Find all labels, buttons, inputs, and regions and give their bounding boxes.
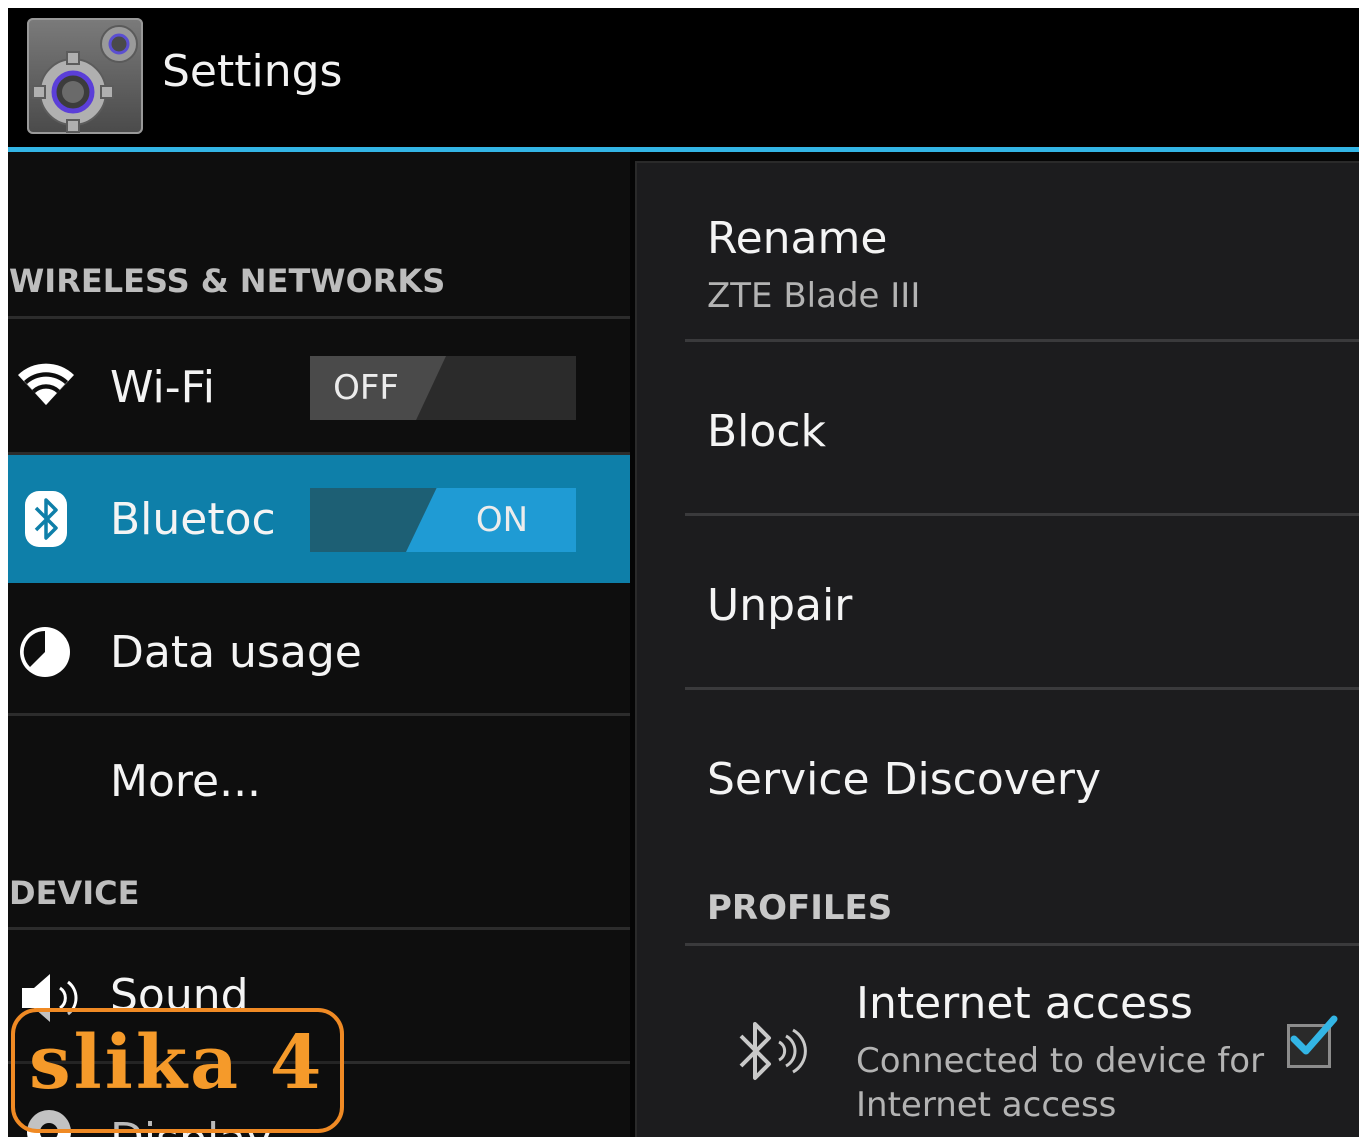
android-settings-screen: Settings WIRELESS & NETWORKS Wi-Fi OFF B…	[8, 8, 1359, 1137]
internet-access-subtitle-line1: Connected to device for	[856, 1041, 1265, 1081]
data-usage-icon	[16, 623, 74, 685]
list-item-more[interactable]: More...	[8, 716, 630, 840]
internet-access-checkbox[interactable]	[1287, 1015, 1338, 1068]
action-bar: Settings	[8, 8, 1359, 147]
app-title: Settings	[162, 46, 343, 97]
block-title: Block	[707, 406, 827, 457]
bluetooth-label: Bluetoc	[110, 494, 276, 545]
settings-category-list: WIRELESS & NETWORKS Wi-Fi OFF Bluetoc ON…	[8, 152, 630, 1137]
wifi-toggle-state: OFF	[333, 368, 399, 408]
bluetooth-toggle[interactable]: ON	[310, 488, 576, 552]
option-unpair[interactable]: Unpair	[637, 516, 1359, 687]
internet-access-subtitle-line2: Internet access	[856, 1085, 1117, 1125]
internet-access-title: Internet access	[856, 978, 1193, 1029]
option-block[interactable]: Block	[637, 342, 1359, 513]
section-header-device: DEVICE	[9, 874, 140, 912]
image-label-stamp: slika 4	[11, 1008, 344, 1133]
bluetooth-icon	[25, 491, 67, 551]
unpair-title: Unpair	[707, 580, 853, 631]
rename-title: Rename	[707, 213, 888, 264]
bluetooth-device-options-panel: Rename ZTE Blade III Block Unpair Servic…	[635, 161, 1359, 1137]
profiles-section-header: PROFILES	[707, 888, 893, 928]
data-usage-label: Data usage	[110, 627, 362, 678]
profile-internet-access[interactable]: Internet access Connected to device for …	[637, 946, 1359, 1137]
wifi-icon	[16, 359, 76, 413]
section-header-wireless-networks: WIRELESS & NETWORKS	[9, 262, 446, 300]
checkmark-icon	[1290, 1015, 1338, 1055]
bluetooth-toggle-thumb: ON	[406, 488, 576, 552]
wifi-label: Wi-Fi	[110, 362, 215, 413]
option-rename[interactable]: Rename ZTE Blade III	[637, 163, 1359, 339]
wifi-toggle[interactable]: OFF	[310, 356, 576, 420]
wifi-toggle-thumb: OFF	[310, 356, 446, 420]
settings-gear-icon[interactable]	[27, 18, 143, 134]
list-item-bluetooth[interactable]: Bluetoc ON	[8, 455, 630, 583]
bluetooth-signal-icon	[733, 1010, 813, 1096]
option-service-discovery[interactable]: Service Discovery	[637, 690, 1359, 830]
more-label: More...	[110, 756, 262, 807]
list-item-wifi[interactable]: Wi-Fi OFF	[8, 319, 630, 452]
bluetooth-toggle-state: ON	[475, 500, 529, 540]
stamp-text: slika 4	[29, 1020, 325, 1106]
rename-device-name: ZTE Blade III	[707, 276, 921, 316]
service-discovery-title: Service Discovery	[707, 754, 1101, 805]
list-item-data-usage[interactable]: Data usage	[8, 583, 630, 713]
